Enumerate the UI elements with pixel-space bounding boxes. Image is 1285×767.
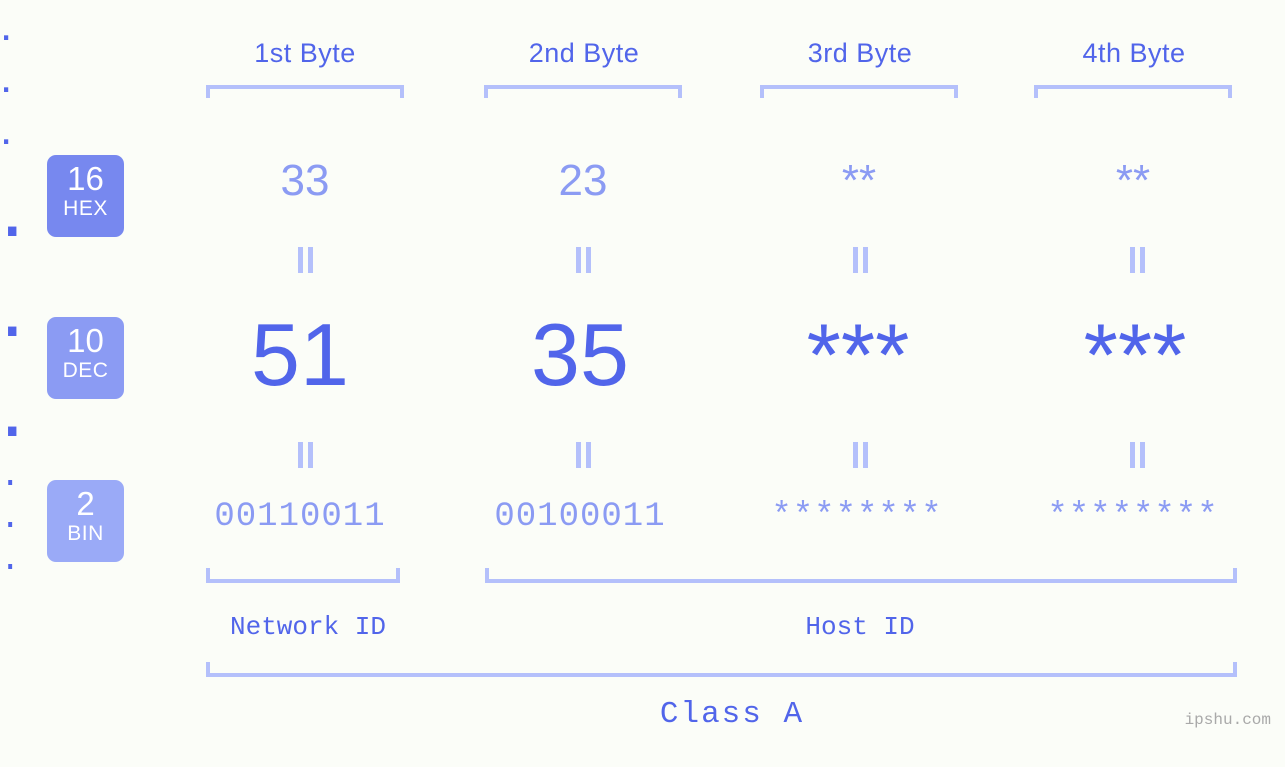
bin-byte-2: 00100011 [494, 498, 666, 536]
bin-byte-1: 00110011 [214, 498, 386, 536]
byte-bracket-1 [206, 85, 404, 98]
host-id-bracket [485, 568, 1237, 583]
equals-mark-dec-bin-4 [1126, 442, 1148, 468]
byte-bracket-3 [760, 85, 958, 98]
base-badge-hex: 16 HEX [47, 155, 124, 237]
equals-mark-hex-dec-3 [849, 247, 871, 273]
bin-byte-4: ******** [1047, 498, 1219, 536]
ip-address-breakdown-diagram: 1st Byte 2nd Byte 3rd Byte 4th Byte 16 H… [0, 0, 1285, 767]
equals-mark-hex-dec-4 [1126, 247, 1148, 273]
base-badge-bin: 2 BIN [47, 480, 124, 562]
class-label: Class A [659, 697, 805, 732]
base-badge-dec-name: DEC [62, 359, 109, 382]
dec-byte-1: 51 [251, 305, 349, 404]
base-badge-dec-number: 10 [67, 322, 104, 359]
hex-byte-3: ** [841, 156, 877, 205]
byte-header-2: 2nd Byte [528, 38, 640, 68]
hex-separator-1: . [0, 1, 13, 50]
bin-byte-3: ******** [771, 498, 943, 536]
equals-mark-dec-bin-1 [294, 442, 316, 468]
class-bracket [206, 662, 1237, 677]
network-id-label: Network ID [229, 612, 387, 642]
hex-separator-2: . [0, 53, 13, 102]
byte-bracket-2 [484, 85, 682, 98]
hex-row: 33 . 23 . ** . ** [0, 0, 1285, 205]
equals-mark-hex-dec-2 [572, 247, 594, 273]
equals-mark-hex-dec-1 [294, 247, 316, 273]
host-id-label: Host ID [805, 612, 915, 642]
equals-mark-dec-bin-3 [849, 442, 871, 468]
byte-header-4: 4th Byte [1082, 38, 1186, 68]
byte-header-1: 1st Byte [254, 38, 356, 68]
base-badge-hex-number: 16 [67, 160, 104, 197]
base-badge-bin-name: BIN [67, 522, 104, 545]
byte-bracket-4 [1034, 85, 1232, 98]
base-badge-hex-name: HEX [63, 197, 108, 220]
equals-mark-dec-bin-2 [572, 442, 594, 468]
dec-byte-4: *** [1083, 305, 1187, 404]
network-id-bracket [206, 568, 400, 583]
hex-byte-2: 23 [558, 156, 608, 205]
bin-row: 00110011 . 00100011 . ******** . *******… [0, 456, 1285, 582]
base-badge-bin-number: 2 [76, 485, 95, 522]
base-badge-dec: 10 DEC [47, 317, 124, 399]
dec-byte-3: *** [806, 305, 910, 404]
watermark: ipshu.com [1184, 711, 1271, 729]
hex-byte-1: 33 [280, 156, 330, 205]
dec-byte-2: 35 [531, 305, 629, 404]
hex-byte-4: ** [1115, 156, 1151, 205]
hex-separator-3: . [0, 105, 13, 154]
byte-header-3: 3rd Byte [807, 38, 913, 68]
